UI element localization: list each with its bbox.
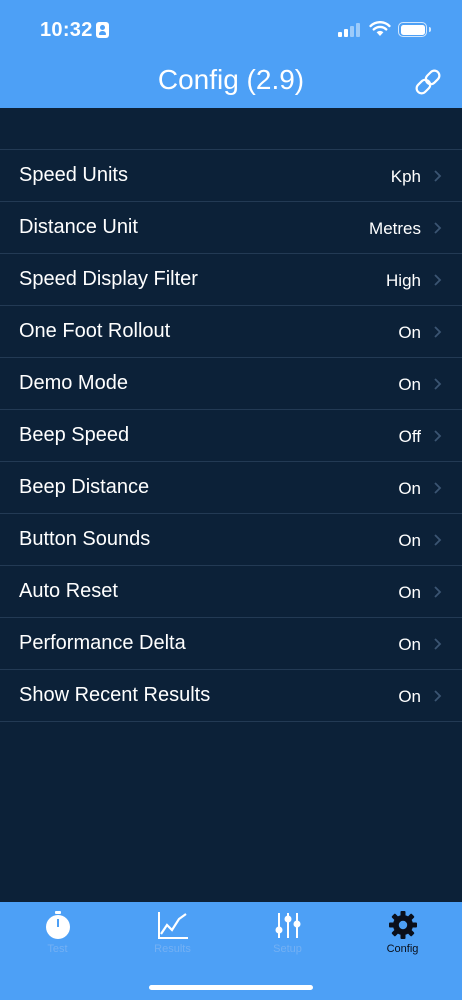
settings-row[interactable]: Performance Delta On xyxy=(0,618,462,670)
gear-icon xyxy=(388,911,417,939)
setting-label: Distance Unit xyxy=(19,216,138,238)
tab-setup[interactable]: Setup xyxy=(230,902,345,972)
setting-label: Speed Display Filter xyxy=(19,268,198,290)
battery-icon xyxy=(398,22,431,37)
setting-value: On xyxy=(398,687,421,706)
setting-value: On xyxy=(398,583,421,602)
cellular-signal-icon xyxy=(338,23,362,37)
setting-value: Metres xyxy=(369,219,421,238)
setting-label: Performance Delta xyxy=(19,632,186,654)
setting-label: Beep Speed xyxy=(19,424,130,446)
settings-row[interactable]: Auto Reset On xyxy=(0,566,462,618)
setting-label: Button Sounds xyxy=(19,528,151,550)
tab-config-label: Config xyxy=(386,943,419,955)
contact-card-icon xyxy=(96,22,109,38)
settings-row[interactable]: Demo Mode On xyxy=(0,358,462,410)
setting-value: Off xyxy=(398,427,421,446)
setting-label: One Foot Rollout xyxy=(19,320,171,342)
settings-row[interactable]: Beep Speed Off xyxy=(0,410,462,462)
chevron-right-icon xyxy=(434,222,442,234)
setting-value: On xyxy=(398,531,421,550)
setting-value: On xyxy=(398,323,421,342)
link-icon[interactable] xyxy=(410,64,446,100)
settings-row[interactable]: Button Sounds On xyxy=(0,514,462,566)
setting-label: Auto Reset xyxy=(19,580,118,602)
settings-row[interactable]: Distance Unit Metres xyxy=(0,202,462,254)
tab-results-label: Results xyxy=(154,943,191,955)
chevron-right-icon xyxy=(434,638,442,650)
stopwatch-icon xyxy=(45,911,70,939)
chevron-right-icon xyxy=(434,586,442,598)
setting-label: Beep Distance xyxy=(19,476,150,498)
status-time: 10:32 xyxy=(40,19,93,41)
settings-row[interactable]: Show Recent Results On xyxy=(0,670,462,722)
setting-label: Speed Units xyxy=(19,164,128,186)
chevron-right-icon xyxy=(434,430,442,442)
setting-value: On xyxy=(398,635,421,654)
settings-row[interactable]: One Foot Rollout On xyxy=(0,306,462,358)
chevron-right-icon xyxy=(434,690,442,702)
settings-row[interactable]: Speed Units Kph xyxy=(0,150,462,202)
setting-value: On xyxy=(398,479,421,498)
chevron-right-icon xyxy=(434,170,442,182)
tab-setup-label: Setup xyxy=(273,943,302,955)
chevron-right-icon xyxy=(434,482,442,494)
setting-label: Show Recent Results xyxy=(19,684,211,706)
settings-row[interactable]: Beep Distance On xyxy=(0,462,462,514)
setting-value: Kph xyxy=(390,167,421,186)
sliders-icon xyxy=(275,913,300,938)
chevron-right-icon xyxy=(434,326,442,338)
settings-row[interactable]: Speed Display Filter High xyxy=(0,254,462,306)
tab-results[interactable]: Results xyxy=(115,902,230,972)
chevron-right-icon xyxy=(434,274,442,286)
home-indicator[interactable] xyxy=(149,985,313,990)
setting-value: High xyxy=(386,271,421,290)
status-bar: 10:32 xyxy=(0,0,462,58)
page-title: Config (2.9) xyxy=(157,64,305,95)
tab-test[interactable]: Test xyxy=(0,902,115,972)
chart-icon xyxy=(157,912,188,939)
setting-label: Demo Mode xyxy=(19,372,128,394)
chevron-right-icon xyxy=(434,378,442,390)
setting-value: On xyxy=(398,375,421,394)
tab-config[interactable]: Config xyxy=(345,902,460,972)
chevron-right-icon xyxy=(434,534,442,546)
settings-list: Speed Units Kph Distance Unit Metres Speed D… xyxy=(0,149,462,722)
navigation-bar: Config (2.9) xyxy=(0,58,462,108)
wifi-icon xyxy=(369,21,391,36)
tab-test-label: Test xyxy=(47,943,68,955)
